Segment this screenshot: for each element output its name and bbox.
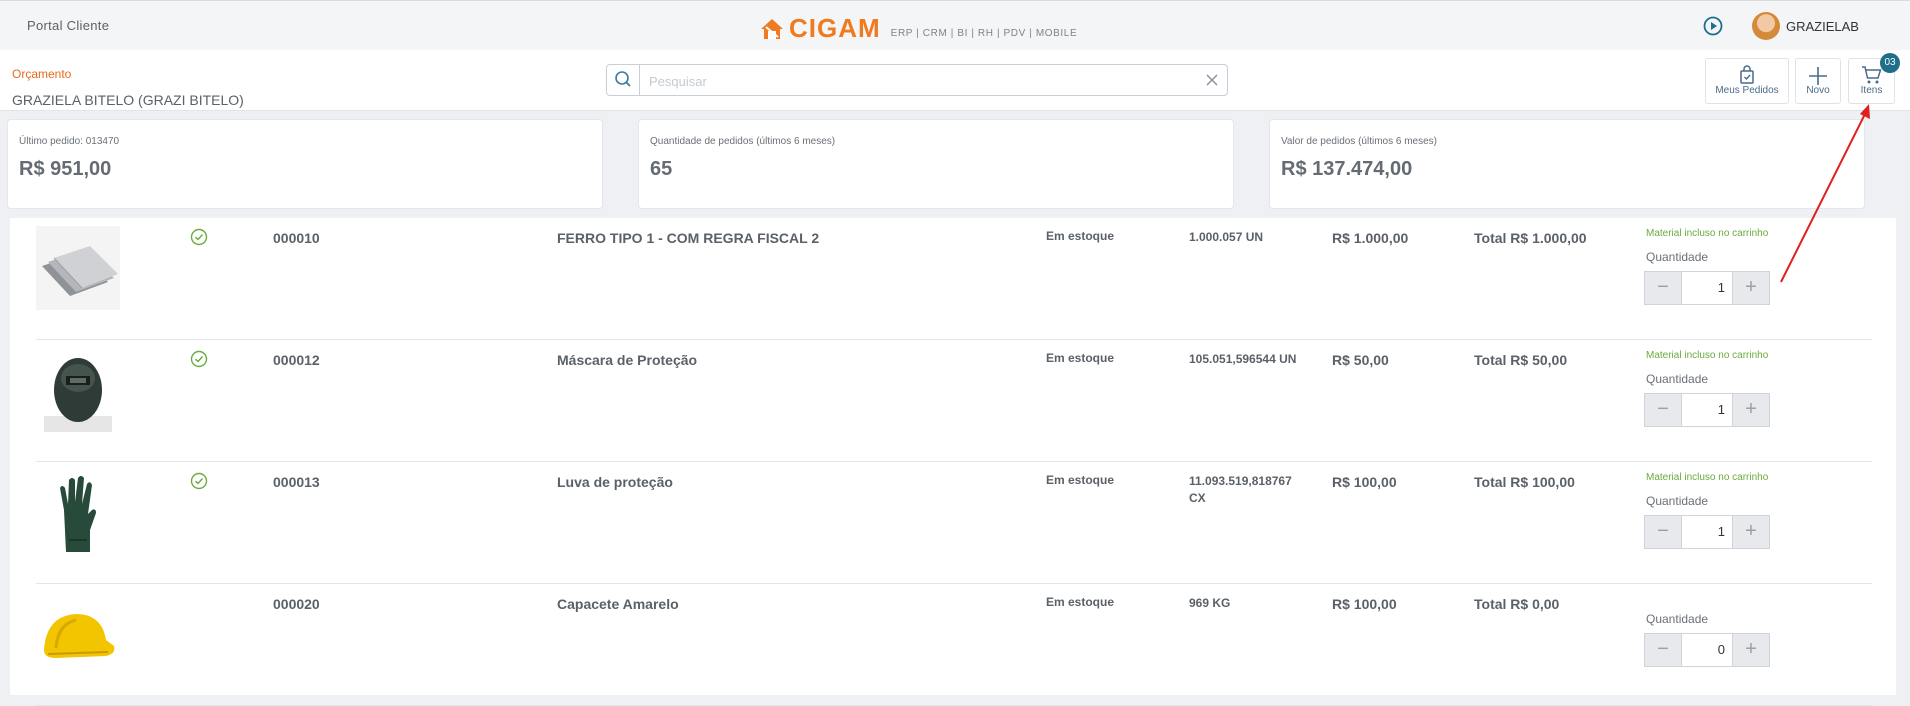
my-orders-label: Meus Pedidos	[1715, 85, 1779, 96]
quantity-value[interactable]: 1	[1681, 394, 1733, 426]
product-row: 000013 Luva de proteção Em estoque 11.09…	[36, 462, 1872, 584]
product-code: 000010	[273, 230, 320, 246]
clear-icon[interactable]	[1205, 73, 1219, 87]
logo-subtitle: ERP | CRM | BI | RH | PDV | MOBILE	[890, 28, 1078, 39]
line-total: Total R$ 1.000,00	[1474, 230, 1587, 246]
available-quantity: 11.093.519,818767 CX	[1189, 474, 1292, 505]
stock-status: Em estoque	[1046, 595, 1115, 609]
budget-label: Orçamento	[12, 67, 72, 81]
quantity-stepper: − 0 +	[1644, 633, 1770, 667]
new-label: Novo	[1806, 85, 1830, 96]
decrement-button[interactable]: −	[1645, 516, 1682, 548]
stat-value: R$ 951,00	[19, 158, 112, 180]
increment-button[interactable]: +	[1732, 394, 1769, 426]
unit-price: R$ 1.000,00	[1332, 230, 1409, 246]
quantity-value[interactable]: 0	[1681, 634, 1733, 666]
in-cart-note: Material incluso no carrinho	[1646, 228, 1769, 239]
stat-card-order-count: Quantidade de pedidos (últimos 6 meses) …	[639, 120, 1233, 208]
top-bar: Portal Cliente CIGAM ERP | CRM | BI | RH…	[0, 0, 1910, 51]
product-row: 000010 FERRO TIPO 1 - COM REGRA FISCAL 2…	[36, 218, 1872, 340]
product-name[interactable]: Luva de proteção	[557, 474, 673, 490]
unit-price: R$ 100,00	[1332, 474, 1397, 490]
check-circle-icon	[190, 472, 208, 490]
product-row: 000020 Capacete Amarelo Em estoque 969 K…	[36, 584, 1872, 706]
line-total: Total R$ 50,00	[1474, 352, 1568, 368]
quantity-label: Quantidade	[1646, 250, 1709, 264]
product-row: 000012 Máscara de Proteção Em estoque 10…	[36, 340, 1872, 462]
available-quantity: 969 KG	[1189, 596, 1231, 610]
quantity-stepper: − 1 +	[1644, 271, 1770, 305]
in-cart-note: Material incluso no carrinho	[1646, 472, 1769, 483]
stock-status: Em estoque	[1046, 473, 1115, 487]
plus-icon	[1809, 67, 1827, 85]
search-input[interactable]	[647, 69, 1191, 93]
stat-card-order-value: Valor de pedidos (últimos 6 meses) R$ 13…	[1270, 120, 1864, 208]
increment-button[interactable]: +	[1732, 516, 1769, 548]
check-circle-icon	[190, 228, 208, 246]
user-name[interactable]: GRAZIELAB	[1786, 19, 1859, 34]
unit-price: R$ 100,00	[1332, 596, 1397, 612]
product-name[interactable]: Máscara de Proteção	[557, 352, 697, 368]
stock-status: Em estoque	[1046, 229, 1115, 243]
steel-sheets-image[interactable]	[36, 226, 120, 310]
available-quantity: 1.000.057 UN	[1189, 230, 1264, 244]
portal-title[interactable]: Portal Cliente	[27, 18, 109, 33]
house-logo-icon	[761, 19, 783, 39]
stat-label: Valor de pedidos (últimos 6 meses)	[1281, 136, 1437, 147]
quantity-label: Quantidade	[1646, 612, 1709, 626]
cart-icon	[1861, 66, 1882, 84]
new-button[interactable]: Novo	[1795, 58, 1841, 104]
in-cart-note: Material incluso no carrinho	[1646, 350, 1769, 361]
decrement-button[interactable]: −	[1645, 634, 1682, 666]
stat-value: 65	[650, 158, 673, 180]
quantity-label: Quantidade	[1646, 494, 1709, 508]
welding-mask-image[interactable]	[36, 348, 120, 432]
increment-button[interactable]: +	[1732, 634, 1769, 666]
client-name: GRAZIELA BITELO (GRAZI BITELO)	[12, 92, 244, 108]
quantity-value[interactable]: 1	[1681, 272, 1733, 304]
search-icon	[615, 71, 631, 87]
product-code: 000012	[273, 352, 320, 368]
glove-image[interactable]	[36, 470, 120, 554]
cart-count-badge: 03	[1880, 53, 1900, 73]
product-code: 000013	[273, 474, 320, 490]
stat-card-last-order: Último pedido: 013470 R$ 951,00	[8, 120, 602, 208]
cart-items-label: Itens	[1860, 85, 1883, 96]
search-button[interactable]	[607, 65, 640, 95]
line-total: Total R$ 0,00	[1474, 596, 1560, 612]
stat-label: Último pedido: 013470	[19, 136, 120, 147]
search-box	[606, 64, 1228, 96]
my-orders-button[interactable]: Meus Pedidos	[1705, 58, 1789, 104]
increment-button[interactable]: +	[1732, 272, 1769, 304]
decrement-button[interactable]: −	[1645, 272, 1682, 304]
decrement-button[interactable]: −	[1645, 394, 1682, 426]
logo-text: CIGAM	[789, 13, 881, 43]
available-quantity: 105.051,596544 UN	[1189, 352, 1297, 366]
product-list: 000010 FERRO TIPO 1 - COM REGRA FISCAL 2…	[10, 218, 1896, 706]
yellow-helmet-image[interactable]	[36, 592, 120, 676]
play-help-icon[interactable]	[1702, 15, 1724, 37]
product-name[interactable]: Capacete Amarelo	[557, 596, 679, 612]
quantity-stepper: − 1 +	[1644, 515, 1770, 549]
stat-value: R$ 137.474,00	[1281, 158, 1413, 180]
user-avatar[interactable]	[1752, 12, 1780, 40]
quantity-value[interactable]: 1	[1681, 516, 1733, 548]
cigam-logo[interactable]: CIGAM ERP | CRM | BI | RH | PDV | MOBILE	[760, 13, 1077, 41]
check-circle-icon	[190, 350, 208, 368]
line-total: Total R$ 100,00	[1474, 474, 1575, 490]
shopping-bag-icon	[1740, 65, 1754, 84]
product-name[interactable]: FERRO TIPO 1 - COM REGRA FISCAL 2	[557, 230, 819, 246]
stat-label: Quantidade de pedidos (últimos 6 meses)	[650, 136, 836, 147]
stock-status: Em estoque	[1046, 351, 1115, 365]
quantity-label: Quantidade	[1646, 372, 1709, 386]
product-code: 000020	[273, 596, 320, 612]
unit-price: R$ 50,00	[1332, 352, 1389, 368]
cart-items-button[interactable]: Itens 03	[1848, 53, 1900, 104]
quantity-stepper: − 1 +	[1644, 393, 1770, 427]
sub-header: Orçamento GRAZIELA BITELO (GRAZI BITELO)…	[0, 50, 1910, 111]
